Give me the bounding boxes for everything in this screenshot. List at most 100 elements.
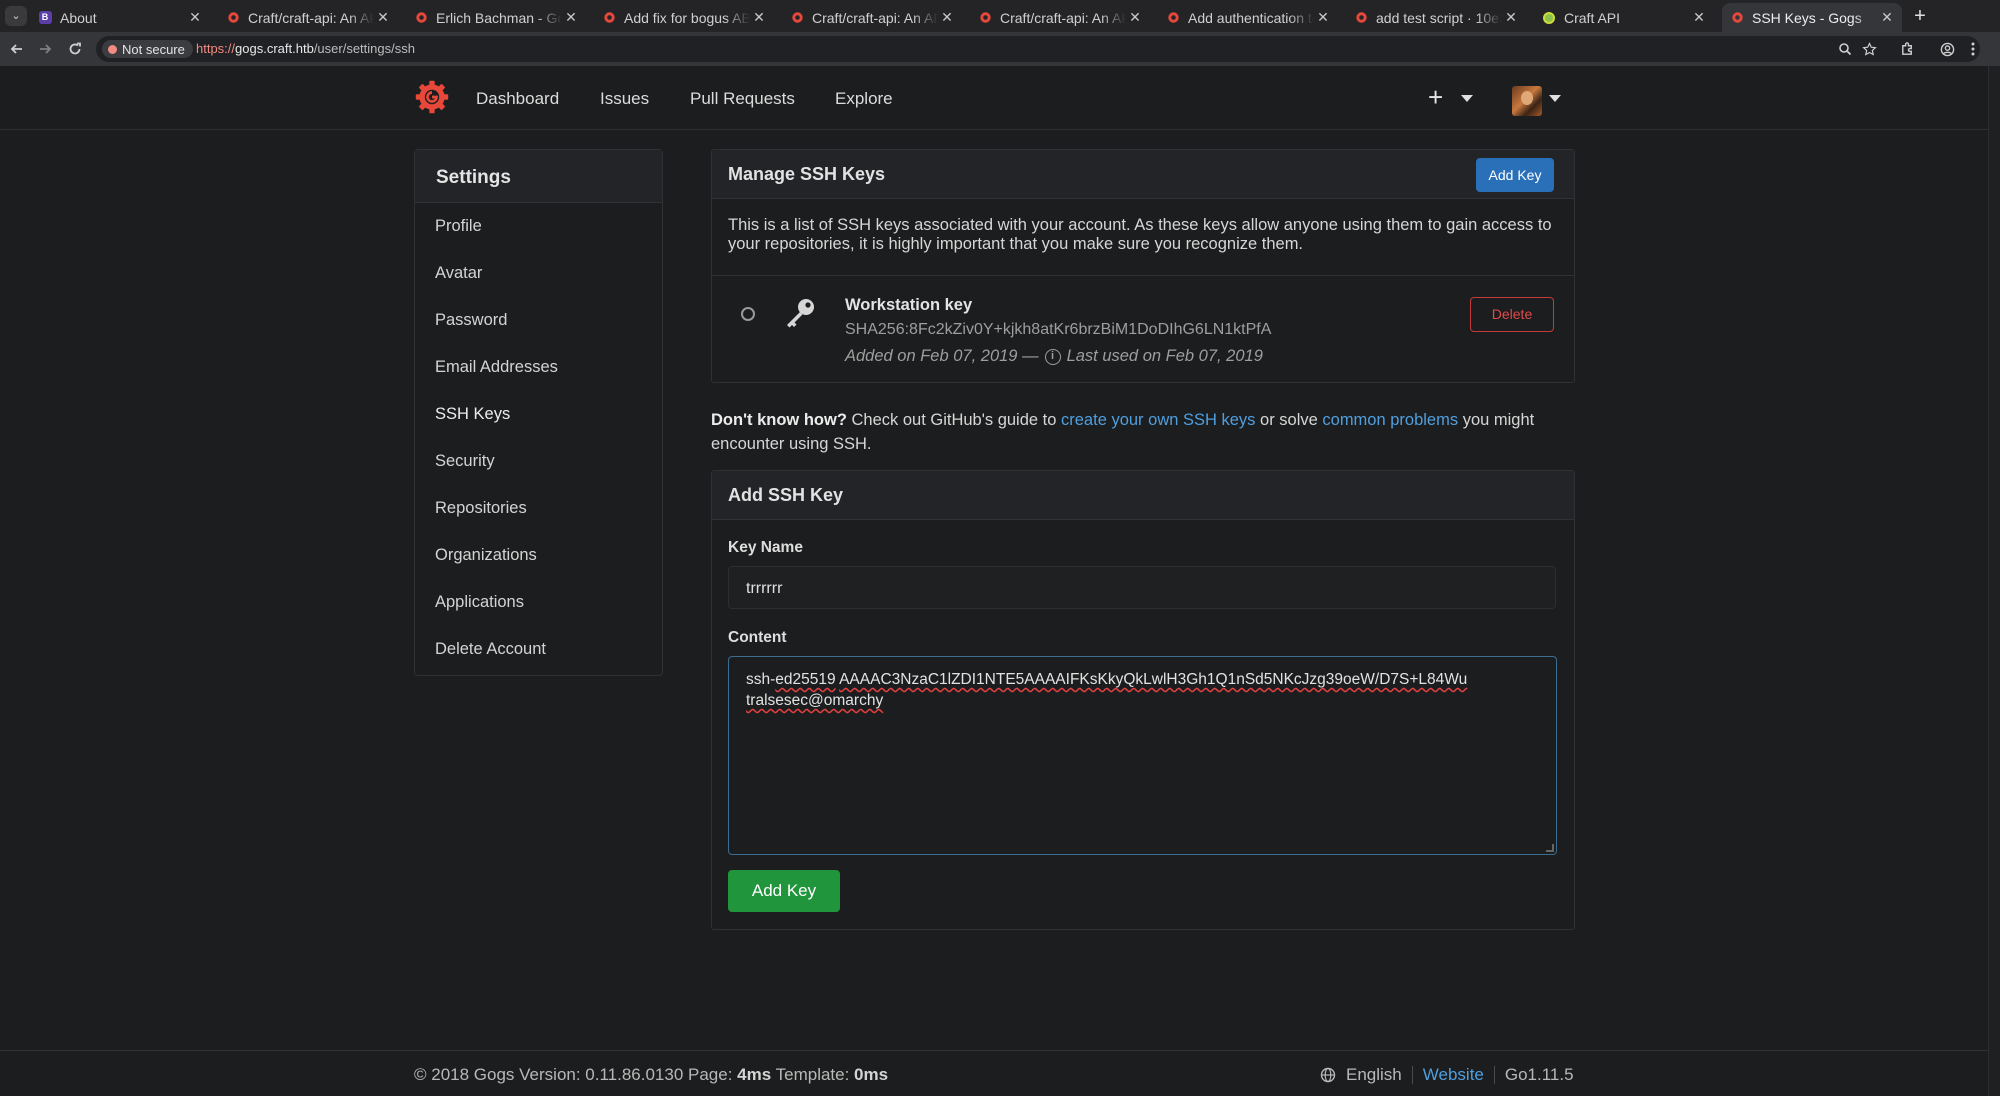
browser-tab[interactable]: Craft API ✕ bbox=[1534, 3, 1714, 32]
browser-tab-active[interactable]: SSH Keys - Gogs ✕ bbox=[1722, 3, 1902, 32]
delete-key-button[interactable]: Delete bbox=[1470, 297, 1554, 332]
bootstrap-favicon-icon: B bbox=[38, 11, 52, 25]
browser-tab[interactable]: Craft/craft-api: An API for ✕ bbox=[218, 3, 398, 32]
nav-explore[interactable]: Explore bbox=[835, 89, 893, 109]
sidebar-item-ssh-keys[interactable]: SSH Keys bbox=[435, 405, 510, 424]
gogs-favicon-icon bbox=[790, 11, 804, 25]
close-tab-icon[interactable]: ✕ bbox=[1314, 9, 1332, 26]
close-tab-icon[interactable]: ✕ bbox=[1690, 9, 1708, 26]
add-key-button[interactable]: Add Key bbox=[1476, 158, 1554, 192]
sidebar-item-avatar[interactable]: Avatar bbox=[435, 264, 482, 283]
tab-search-button[interactable]: ⌄ bbox=[5, 6, 27, 26]
url-host: gogs.craft.htb bbox=[235, 41, 314, 56]
browser-tab[interactable]: Craft/craft-api: An API for ✕ bbox=[782, 3, 962, 32]
kebab-menu-icon[interactable] bbox=[1964, 41, 1982, 57]
close-tab-icon[interactable]: ✕ bbox=[1502, 9, 1520, 26]
gogs-favicon-icon bbox=[1354, 11, 1368, 25]
sidebar-item-delete-account[interactable]: Delete Account bbox=[435, 640, 546, 659]
key-name: Workstation key bbox=[845, 296, 973, 314]
browser-tab[interactable]: Add authentication to brew ✕ bbox=[1158, 3, 1338, 32]
security-chip[interactable]: Not secure bbox=[102, 40, 193, 58]
close-tab-icon[interactable]: ✕ bbox=[750, 9, 768, 26]
common-problems-link[interactable]: common problems bbox=[1322, 411, 1458, 429]
address-bar[interactable]: Not secure https://gogs.craft.htb/user/s… bbox=[96, 36, 1980, 62]
extensions-icon[interactable] bbox=[1898, 41, 1916, 57]
browser-tab[interactable]: B About ✕ bbox=[30, 3, 210, 32]
tab-title: Craft API bbox=[1564, 9, 1621, 26]
sidebar-item-security[interactable]: Security bbox=[435, 452, 495, 471]
new-tab-button[interactable]: + bbox=[1908, 4, 1932, 28]
warning-icon bbox=[108, 44, 117, 54]
close-tab-icon[interactable]: ✕ bbox=[374, 9, 392, 26]
resize-handle[interactable] bbox=[1546, 844, 1554, 852]
tab-title: Craft/craft-api: An API for bbox=[1000, 9, 1126, 26]
panel-header: Add SSH Key bbox=[712, 471, 1574, 520]
help-text: Check out GitHub's guide to bbox=[846, 411, 1062, 429]
key-last-used: Last used on Feb 07, 2019 bbox=[1066, 347, 1263, 365]
security-label: Not secure bbox=[122, 41, 185, 57]
browser-tab-bar: ⌄ B About ✕ Craft/craft-api: An API for … bbox=[0, 0, 2000, 32]
nav-dashboard[interactable]: Dashboard bbox=[476, 89, 559, 109]
sidebar-item-password[interactable]: Password bbox=[435, 311, 507, 330]
browser-toolbar: Not secure https://gogs.craft.htb/user/s… bbox=[0, 32, 2000, 66]
page-scrollbar[interactable] bbox=[1988, 66, 2000, 1096]
url-text[interactable]: https://gogs.craft.htb/user/settings/ssh bbox=[196, 41, 415, 56]
nav-issues[interactable]: Issues bbox=[600, 89, 649, 109]
tab-title: Erlich Bachman - Gogs bbox=[436, 9, 562, 26]
chevron-down-icon[interactable] bbox=[1461, 95, 1473, 102]
chevron-down-icon[interactable] bbox=[1549, 95, 1561, 102]
back-button[interactable] bbox=[6, 39, 28, 59]
close-tab-icon[interactable]: ✕ bbox=[1126, 9, 1144, 26]
panel-title: Manage SSH Keys bbox=[728, 164, 886, 184]
browser-tab[interactable]: Add fix for bogus ABV values ✕ bbox=[594, 3, 774, 32]
browser-tab[interactable]: Erlich Bachman - Gogs ✕ bbox=[406, 3, 586, 32]
sidebar-item-repositories[interactable]: Repositories bbox=[435, 499, 527, 518]
nav-pull-requests[interactable]: Pull Requests bbox=[690, 89, 795, 109]
sidebar-item-applications[interactable]: Applications bbox=[435, 593, 524, 612]
panel-title: Add SSH Key bbox=[728, 485, 844, 505]
reload-button[interactable] bbox=[64, 39, 86, 59]
key-name-input[interactable]: trrrrrr bbox=[728, 566, 1556, 609]
browser-tab[interactable]: add test script · 10e3ba ✕ bbox=[1346, 3, 1526, 32]
ssh-keys-description: This is a list of SSH keys associated wi… bbox=[728, 216, 1552, 253]
help-text: or solve bbox=[1255, 411, 1323, 429]
footer-copyright: © 2018 Gogs Version: 0.11.86.0130 Page: bbox=[414, 1065, 738, 1084]
gogs-favicon-icon bbox=[414, 11, 428, 25]
forward-button[interactable] bbox=[34, 39, 56, 59]
sidebar-title: Settings bbox=[415, 150, 662, 203]
browser-tab[interactable]: Craft/craft-api: An API for ✕ bbox=[970, 3, 1150, 32]
gogs-favicon-icon bbox=[978, 11, 992, 25]
gogs-favicon-icon bbox=[1166, 11, 1180, 25]
divider bbox=[712, 275, 1574, 276]
language-selector[interactable]: English bbox=[1346, 1065, 1402, 1085]
close-tab-icon[interactable]: ✕ bbox=[1878, 9, 1896, 26]
create-new-button[interactable]: + bbox=[1428, 84, 1443, 110]
divider bbox=[1411, 1066, 1413, 1084]
website-link[interactable]: Website bbox=[1423, 1065, 1484, 1085]
close-tab-icon[interactable]: ✕ bbox=[562, 9, 580, 26]
key-added-date: Added on Feb 07, 2019 — bbox=[845, 347, 1039, 365]
zoom-icon[interactable] bbox=[1836, 41, 1854, 57]
close-tab-icon[interactable]: ✕ bbox=[186, 9, 204, 26]
plus-icon: + bbox=[1428, 82, 1444, 112]
user-avatar[interactable] bbox=[1512, 86, 1542, 116]
sidebar-item-profile[interactable]: Profile bbox=[435, 217, 482, 236]
panel-header: Manage SSH Keys Add Key bbox=[712, 150, 1574, 199]
add-ssh-key-panel: Add SSH Key Key Name trrrrrr Content ssh… bbox=[711, 470, 1575, 930]
gogs-logo-icon[interactable] bbox=[414, 79, 450, 115]
profile-icon[interactable] bbox=[1938, 41, 1956, 57]
sidebar-item-email-addresses[interactable]: Email Addresses bbox=[435, 358, 558, 377]
footer-version-info: © 2018 Gogs Version: 0.11.86.0130 Page: … bbox=[414, 1065, 888, 1085]
tab-title: Craft/craft-api: An API for bbox=[812, 9, 938, 26]
create-ssh-keys-link[interactable]: create your own SSH keys bbox=[1061, 411, 1255, 429]
key-content-textarea[interactable]: ssh-ed25519 AAAAC3NzaC1lZDI1NTE5AAAAIFKs… bbox=[728, 656, 1557, 855]
submit-add-key-button[interactable]: Add Key bbox=[728, 870, 840, 912]
site-footer: © 2018 Gogs Version: 0.11.86.0130 Page: … bbox=[0, 1050, 1988, 1096]
content-text: AAAAC3NzaC1lZDI1NTE5AAAAIFKsKkyQkLwlH3Gh… bbox=[839, 671, 1468, 688]
bookmark-star-icon[interactable] bbox=[1860, 41, 1878, 57]
key-select-radio[interactable] bbox=[741, 307, 755, 321]
sidebar-item-organizations[interactable]: Organizations bbox=[435, 546, 537, 565]
divider bbox=[1493, 1066, 1495, 1084]
close-tab-icon[interactable]: ✕ bbox=[938, 9, 956, 26]
arrow-left-icon bbox=[10, 44, 22, 54]
